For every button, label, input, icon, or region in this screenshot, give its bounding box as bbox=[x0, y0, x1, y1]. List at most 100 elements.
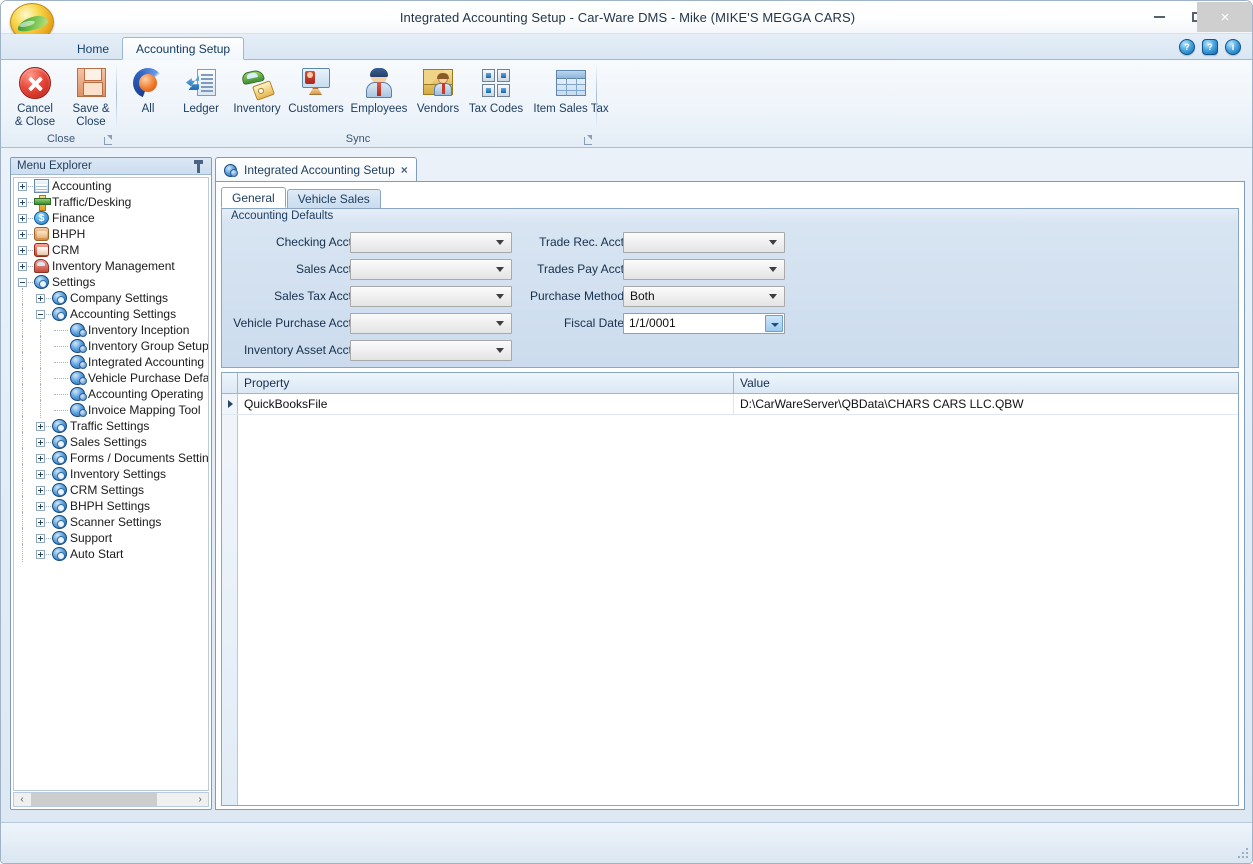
tree-node-finance[interactable]: $ Finance bbox=[14, 210, 208, 226]
ribbon-tab-home[interactable]: Home bbox=[63, 37, 123, 60]
sync-all-button[interactable]: All bbox=[123, 62, 173, 116]
grid-row-header-column bbox=[222, 394, 238, 805]
tree-node-accounting-settings[interactable]: Accounting Settings bbox=[14, 304, 208, 322]
tree-node-icon bbox=[34, 227, 49, 241]
tree-expand-icon[interactable] bbox=[36, 294, 45, 303]
tree-expand-icon[interactable] bbox=[18, 246, 27, 255]
tree-expand-icon[interactable] bbox=[18, 198, 27, 207]
tree-expand-icon[interactable] bbox=[36, 470, 45, 479]
tree-node-company-settings[interactable]: Company Settings bbox=[14, 288, 208, 306]
menu-tree-horizontal-scrollbar[interactable]: ‹ › bbox=[13, 792, 209, 807]
table-row[interactable]: QuickBooksFile D:\CarWareServer\QBData\C… bbox=[222, 394, 1238, 415]
tree-node-traffic-desking[interactable]: Traffic/Desking bbox=[14, 194, 208, 211]
sales-tax-acct-combo[interactable] bbox=[350, 286, 512, 307]
help-circle-icon[interactable]: ? bbox=[1179, 39, 1195, 55]
minimize-button[interactable] bbox=[1140, 2, 1178, 32]
tree-node-auto-start[interactable]: Auto Start bbox=[14, 544, 208, 562]
tree-node-sales-settings[interactable]: Sales Settings bbox=[14, 432, 208, 450]
menu-tree[interactable]: Accounting Traffic/Desking $ Finance BHPH CRM… bbox=[13, 177, 209, 791]
tree-expand-icon[interactable] bbox=[36, 438, 45, 447]
grid-header-row: Property Value bbox=[222, 373, 1238, 394]
resize-grip-icon[interactable] bbox=[1234, 846, 1248, 858]
tree-connector bbox=[40, 400, 41, 418]
document-tab-integrated-accounting-setup[interactable]: Integrated Accounting Setup × bbox=[215, 157, 417, 182]
sync-inventory-label: Inventory bbox=[233, 103, 281, 115]
scrollbar-thumb[interactable] bbox=[31, 793, 157, 806]
sales-acct-combo[interactable] bbox=[350, 259, 512, 280]
tree-node-inventory-group-setup[interactable]: Inventory Group Setup bbox=[14, 336, 208, 354]
sync-vendors-button[interactable]: Vendors bbox=[411, 62, 465, 116]
tree-node-forms-documents-setting[interactable]: Forms / Documents Setting bbox=[14, 448, 208, 466]
tree-node-vehicle-purchase-defa[interactable]: Vehicle Purchase Defa bbox=[14, 368, 208, 386]
tree-node-bhph[interactable]: BHPH bbox=[14, 226, 208, 242]
purchase-method-combo[interactable]: Both bbox=[623, 286, 785, 307]
sync-group-dialog-launcher-icon[interactable] bbox=[583, 135, 594, 146]
pin-icon[interactable] bbox=[193, 160, 204, 173]
tree-node-scanner-settings[interactable]: Scanner Settings bbox=[14, 512, 208, 530]
tree-collapse-icon[interactable] bbox=[36, 310, 45, 319]
tab-general[interactable]: General bbox=[221, 187, 286, 208]
sync-employees-button[interactable]: Employees bbox=[347, 62, 411, 116]
tree-node-icon bbox=[70, 323, 87, 337]
sync-inventory-button[interactable]: Inventory bbox=[229, 62, 285, 116]
tree-node-settings[interactable]: Settings bbox=[14, 274, 208, 290]
tree-expand-icon[interactable] bbox=[36, 486, 45, 495]
help-speech-icon[interactable]: ? bbox=[1202, 39, 1218, 55]
tree-node-inventory-settings[interactable]: Inventory Settings bbox=[14, 464, 208, 482]
document-tab-close-icon[interactable]: × bbox=[401, 163, 408, 177]
tree-expand-icon[interactable] bbox=[18, 214, 27, 223]
sync-item-sales-tax-button[interactable]: Item Sales Tax bbox=[527, 62, 615, 116]
info-circle-icon[interactable]: i bbox=[1225, 39, 1241, 55]
cancel-and-close-label-line2: & Close bbox=[14, 115, 56, 128]
tree-expand-icon[interactable] bbox=[36, 534, 45, 543]
column-header-property[interactable]: Property bbox=[238, 373, 734, 393]
inventory-asset-acct-combo[interactable] bbox=[350, 340, 512, 361]
trades-pay-acct-combo[interactable] bbox=[623, 259, 785, 280]
tree-expand-icon[interactable] bbox=[36, 454, 45, 463]
save-and-close-button[interactable]: Save & Close bbox=[63, 62, 119, 128]
tree-node-crm[interactable]: CRM bbox=[14, 242, 208, 258]
tree-node-support[interactable]: Support bbox=[14, 528, 208, 546]
tree-expand-icon[interactable] bbox=[18, 230, 27, 239]
tree-expand-icon[interactable] bbox=[36, 518, 45, 527]
tree-node-label: Inventory Inception bbox=[88, 323, 190, 337]
tree-connector bbox=[46, 426, 51, 427]
close-button[interactable]: × bbox=[1197, 2, 1252, 32]
sync-tax-codes-button[interactable]: Tax Codes bbox=[465, 62, 527, 116]
vehicle-purchase-acct-combo[interactable] bbox=[350, 313, 512, 334]
tree-node-invoice-mapping-tool[interactable]: Invoice Mapping Tool bbox=[14, 400, 208, 418]
ribbon-group-sync: All Ledger Inventory Customers Employees… bbox=[119, 60, 609, 148]
tree-expand-icon[interactable] bbox=[18, 262, 27, 271]
tree-node-label: Traffic/Desking bbox=[52, 195, 132, 209]
tree-node-icon bbox=[52, 531, 67, 545]
tree-node-accounting-operating[interactable]: Accounting Operating bbox=[14, 384, 208, 402]
scroll-right-arrow-icon[interactable]: › bbox=[192, 794, 208, 805]
ribbon-tab-accounting-setup[interactable]: Accounting Setup bbox=[122, 37, 245, 60]
tree-node-inventory-inception[interactable]: Inventory Inception bbox=[14, 320, 208, 338]
tree-node-bhph-settings[interactable]: BHPH Settings bbox=[14, 496, 208, 514]
trade-rec-acct-combo[interactable] bbox=[623, 232, 785, 253]
sync-ledger-button[interactable]: Ledger bbox=[173, 62, 229, 116]
tree-node-inventory-management[interactable]: Inventory Management bbox=[14, 258, 208, 274]
tab-vehicle-sales[interactable]: Vehicle Sales bbox=[286, 189, 381, 208]
sync-customers-button[interactable]: Customers bbox=[285, 62, 347, 116]
scroll-left-arrow-icon[interactable]: ‹ bbox=[14, 794, 30, 805]
fiscal-date-dropdown-icon[interactable] bbox=[765, 315, 783, 332]
tree-expand-icon[interactable] bbox=[36, 422, 45, 431]
tree-expand-icon[interactable] bbox=[18, 182, 27, 191]
tree-node-crm-settings[interactable]: CRM Settings bbox=[14, 480, 208, 498]
column-header-value[interactable]: Value bbox=[734, 373, 1239, 393]
fiscal-date-field[interactable]: 1/1/0001 bbox=[623, 313, 785, 334]
cancel-and-close-button[interactable]: Cancel & Close bbox=[7, 62, 63, 128]
group-separator bbox=[596, 64, 597, 128]
sync-all-icon bbox=[133, 68, 163, 98]
property-value-grid[interactable]: Property Value QuickBooksFile D:\CarWare… bbox=[221, 372, 1239, 806]
tree-node-accounting[interactable]: Accounting bbox=[14, 178, 208, 194]
tree-expand-icon[interactable] bbox=[36, 502, 45, 511]
tree-node-traffic-settings[interactable]: Traffic Settings bbox=[14, 416, 208, 434]
close-group-dialog-launcher-icon[interactable] bbox=[103, 135, 114, 146]
tree-node-integrated-accounting[interactable]: Integrated Accounting bbox=[14, 352, 208, 370]
tree-expand-icon[interactable] bbox=[36, 550, 45, 559]
checking-acct-combo[interactable] bbox=[350, 232, 512, 253]
tree-collapse-icon[interactable] bbox=[18, 278, 27, 287]
